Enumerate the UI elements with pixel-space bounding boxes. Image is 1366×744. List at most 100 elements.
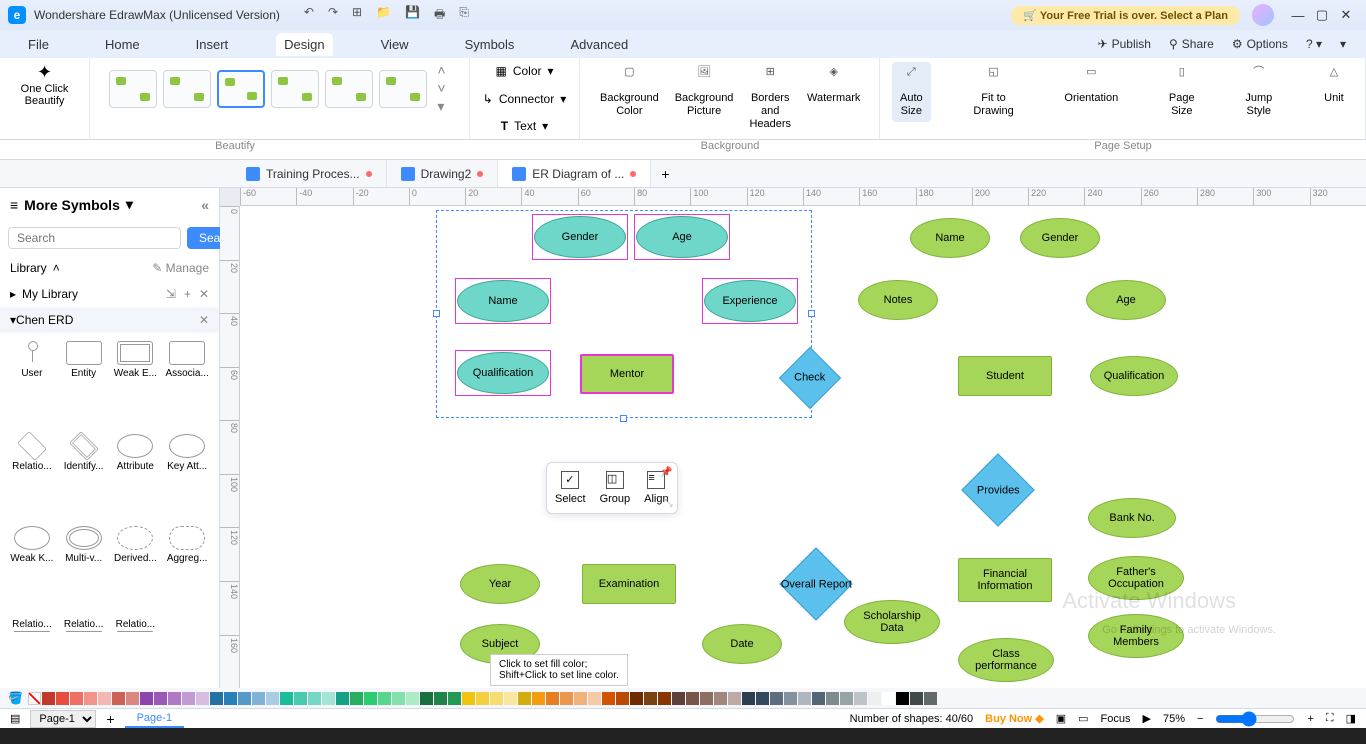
shape-key-att[interactable]: Key Att... [163, 434, 211, 523]
focus-button[interactable]: Focus [1101, 713, 1131, 725]
gallery-up-icon[interactable]: ˄ [433, 62, 449, 78]
color-swatch[interactable] [602, 692, 615, 705]
doctab-drawing2[interactable]: Drawing2 [387, 160, 499, 187]
theme-thumb-5[interactable] [325, 70, 373, 108]
node-qual2[interactable]: Qualification [1090, 356, 1178, 396]
my-library-row[interactable]: ▸My Library ⇲+✕ [0, 281, 219, 307]
color-swatch[interactable] [812, 692, 825, 705]
shape-entity[interactable]: Entity [60, 341, 108, 430]
no-color-swatch[interactable] [28, 692, 41, 705]
group-button[interactable]: ◫Group [600, 471, 631, 505]
print-icon[interactable]: 🖶 [434, 5, 445, 26]
fit-drawing-button[interactable]: ◱Fit to Drawing [965, 62, 1021, 122]
pin-icon[interactable]: 📌 [660, 467, 672, 478]
color-swatch[interactable] [56, 692, 69, 705]
color-swatch[interactable] [168, 692, 181, 705]
color-swatch[interactable] [616, 692, 629, 705]
undo-icon[interactable]: ↶ [304, 5, 314, 26]
color-swatch[interactable] [112, 692, 125, 705]
shape-weak-key[interactable]: Weak K... [8, 526, 56, 615]
theme-thumb-1[interactable] [109, 70, 157, 108]
fit-page-icon[interactable]: ⛶ [1326, 712, 1334, 725]
trial-banner[interactable]: 🛒 Your Free Trial is over. Select a Plan [1011, 6, 1240, 25]
sel-handle-e[interactable] [808, 310, 815, 317]
zoom-out-icon[interactable]: − [1197, 713, 1203, 725]
share-button[interactable]: ⚲ Share [1169, 37, 1214, 51]
menu-home[interactable]: Home [97, 33, 148, 56]
color-swatch[interactable] [532, 692, 545, 705]
add-icon[interactable]: + [184, 287, 191, 301]
add-page-button[interactable]: + [106, 711, 114, 727]
maximize-button[interactable]: ▢ [1310, 7, 1334, 23]
sel-handle-w[interactable] [433, 310, 440, 317]
color-swatch[interactable] [336, 692, 349, 705]
color-swatch[interactable] [644, 692, 657, 705]
fill-icon[interactable]: 🪣 [8, 691, 23, 705]
node-age2[interactable]: Age [1086, 280, 1166, 320]
color-swatch[interactable] [126, 692, 139, 705]
save-icon[interactable]: 💾 [405, 5, 420, 26]
import-icon[interactable]: ⇲ [166, 287, 176, 301]
menu-symbols[interactable]: Symbols [457, 33, 523, 56]
color-swatch[interactable] [224, 692, 237, 705]
color-swatch[interactable] [462, 692, 475, 705]
color-swatch[interactable] [700, 692, 713, 705]
shape-rel2[interactable]: Relatio... [60, 619, 108, 681]
layers-icon[interactable]: ▣ [1056, 712, 1066, 725]
color-swatch[interactable] [896, 692, 909, 705]
pages-icon[interactable]: ▤ [10, 712, 20, 725]
color-swatch[interactable] [854, 692, 867, 705]
shape-multi-v[interactable]: Multi-v... [60, 526, 108, 615]
color-swatch[interactable] [630, 692, 643, 705]
play-icon[interactable]: ▶ [1143, 712, 1151, 725]
unit-button[interactable]: △Unit [1315, 62, 1353, 109]
gallery-down-icon[interactable]: ˅ [433, 80, 449, 96]
node-examination[interactable]: Examination [582, 564, 676, 604]
node-gender[interactable]: Gender [534, 216, 626, 258]
close-section-icon[interactable]: ✕ [199, 313, 209, 327]
close-button[interactable]: ✕ [1334, 7, 1358, 23]
text-dropdown[interactable]: T Text ▾ [501, 119, 548, 133]
open-icon[interactable]: 📁 [376, 5, 391, 26]
node-qualification[interactable]: Qualification [457, 352, 549, 394]
jump-style-button[interactable]: ⌒Jump Style [1237, 62, 1280, 122]
color-swatch[interactable] [70, 692, 83, 705]
color-swatch[interactable] [756, 692, 769, 705]
library-row[interactable]: Library ˄ ✎ Manage [0, 255, 219, 281]
node-name[interactable]: Name [457, 280, 549, 322]
node-student[interactable]: Student [958, 356, 1052, 396]
color-swatch[interactable] [42, 692, 55, 705]
color-swatch[interactable] [588, 692, 601, 705]
color-swatch[interactable] [476, 692, 489, 705]
buy-now-link[interactable]: Buy Now ◆ [985, 712, 1044, 725]
color-swatch[interactable] [378, 692, 391, 705]
new-icon[interactable]: ⊞ [352, 5, 362, 26]
color-swatch[interactable] [840, 692, 853, 705]
theme-thumb-4[interactable] [271, 70, 319, 108]
add-tab-button[interactable]: + [651, 166, 679, 182]
page-size-button[interactable]: ▯Page Size [1161, 62, 1203, 122]
color-swatch[interactable] [196, 692, 209, 705]
bg-picture-button[interactable]: 🖼Background Picture [667, 62, 742, 122]
theme-thumb-6[interactable] [379, 70, 427, 108]
color-swatch[interactable] [140, 692, 153, 705]
color-dropdown[interactable]: ▦ Color ▾ [495, 64, 553, 78]
collapse-panel-icon[interactable]: « [201, 197, 209, 213]
canvas[interactable]: Gender Age Name Experience Qualification… [240, 206, 1366, 688]
zoom-in-icon[interactable]: + [1307, 713, 1313, 725]
node-provides[interactable]: Provides [961, 453, 1035, 527]
node-experience[interactable]: Experience [704, 280, 796, 322]
node-family[interactable]: Family Members [1088, 614, 1184, 658]
color-swatch[interactable] [518, 692, 531, 705]
color-swatch[interactable] [882, 692, 895, 705]
color-swatch[interactable] [686, 692, 699, 705]
section-chen-erd[interactable]: ▾ Chen ERD ✕ [0, 307, 219, 333]
help-icon[interactable]: ? ▾ [1306, 37, 1322, 51]
manage-link[interactable]: ✎ Manage [152, 261, 209, 275]
shape-relation[interactable]: Relatio... [8, 434, 56, 523]
color-swatch[interactable] [924, 692, 937, 705]
color-swatch[interactable] [826, 692, 839, 705]
node-scholarship[interactable]: Scholarship Data [844, 600, 940, 644]
page-tab[interactable]: Page-1 [125, 710, 184, 728]
color-swatch[interactable] [420, 692, 433, 705]
